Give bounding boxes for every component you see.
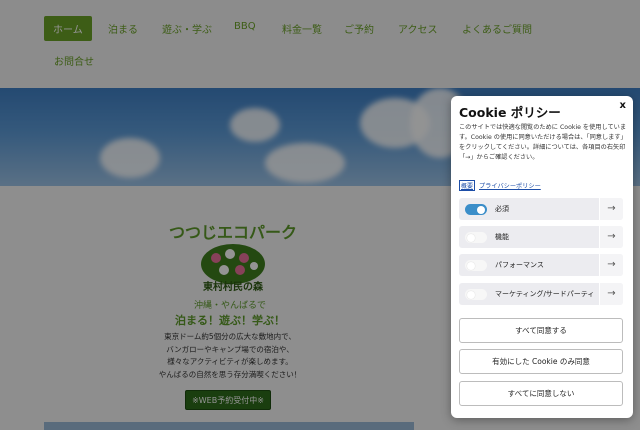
- privacy-policy-link[interactable]: プライバシーポリシー: [479, 181, 541, 190]
- cookie-category-performance: パフォーマンス →: [459, 254, 623, 276]
- cookie-description: このサイトでは快適な閲覧のために Cookie を使用しています。Cookie …: [459, 124, 627, 161]
- cookie-title: Cookie ポリシー: [459, 105, 561, 120]
- accept-all-button[interactable]: すべて同意する: [459, 318, 623, 343]
- category-label: 機能: [495, 233, 509, 241]
- functional-toggle[interactable]: [465, 232, 487, 243]
- cookie-category-functional: 機能 →: [459, 226, 623, 248]
- close-icon[interactable]: x: [620, 100, 626, 111]
- category-label: マーケティング/サードパーティ: [495, 290, 595, 298]
- reject-all-button[interactable]: すべてに同意しない: [459, 381, 623, 406]
- category-label: 必須: [495, 205, 509, 213]
- necessary-toggle[interactable]: [465, 204, 487, 215]
- cookie-policy-dialog: Cookie ポリシー x このサイトでは快適な閲覧のために Cookie を使…: [451, 96, 633, 418]
- arrow-right-icon[interactable]: →: [599, 254, 623, 276]
- overview-link[interactable]: 概要: [459, 180, 476, 191]
- marketing-toggle[interactable]: [465, 289, 487, 300]
- arrow-right-icon[interactable]: →: [599, 283, 623, 305]
- accept-selected-button[interactable]: 有効にした Cookie のみ同意: [459, 349, 623, 374]
- cookie-category-necessary: 必須 →: [459, 198, 623, 220]
- cookie-category-marketing: マーケティング/サードパーティ →: [459, 283, 623, 305]
- arrow-right-icon[interactable]: →: [599, 198, 623, 220]
- performance-toggle[interactable]: [465, 260, 487, 271]
- category-label: パフォーマンス: [495, 261, 544, 269]
- arrow-right-icon[interactable]: →: [599, 226, 623, 248]
